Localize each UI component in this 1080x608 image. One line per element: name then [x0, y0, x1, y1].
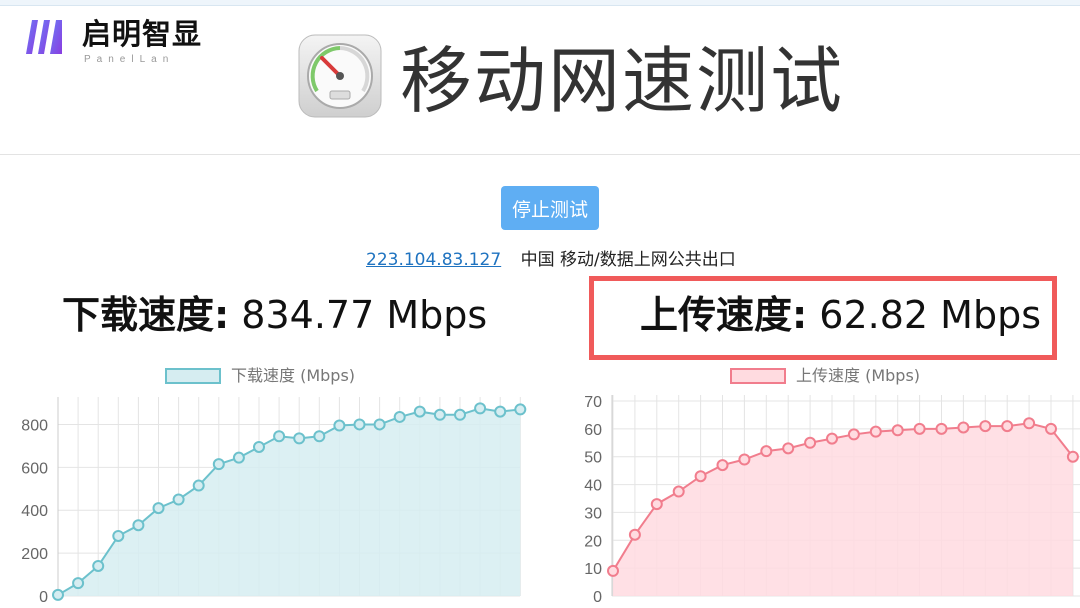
upload-data-point	[782, 442, 795, 455]
upload-data-point	[694, 470, 707, 483]
upload-y-tick-label: 50	[584, 450, 602, 467]
upload-y-tick-label: 40	[584, 478, 602, 495]
upload-area-fill	[613, 423, 1073, 596]
upload-y-tick-label: 60	[584, 422, 602, 439]
upload-data-point	[869, 425, 882, 438]
upload-data-point	[1066, 450, 1079, 463]
upload-y-tick-label: 20	[584, 533, 602, 550]
upload-data-point	[891, 424, 904, 437]
upload-data-point	[628, 528, 641, 541]
upload-data-point	[650, 498, 663, 511]
upload-y-tick-label: 0	[593, 589, 602, 606]
upload-data-point	[847, 428, 860, 441]
upload-data-point	[804, 436, 817, 449]
upload-y-tick-label: 70	[584, 394, 602, 411]
upload-data-point	[1023, 417, 1036, 430]
upload-data-point	[935, 422, 948, 435]
upload-data-point	[826, 432, 838, 445]
upload-data-point	[913, 422, 926, 435]
upload-data-point	[738, 453, 751, 466]
upload-data-point	[760, 445, 773, 458]
upload-data-point	[607, 564, 619, 577]
upload-y-tick-label: 10	[584, 561, 602, 578]
upload-y-tick-label: 30	[584, 505, 602, 522]
upload-data-point	[716, 459, 729, 472]
upload-data-point	[979, 420, 992, 433]
upload-data-point	[672, 485, 685, 498]
upload-data-point	[1001, 420, 1014, 433]
upload-data-point	[957, 421, 970, 434]
upload-data-point	[1045, 422, 1057, 435]
upload-speed-chart: 0 10 20 30 40 50 60 70	[584, 394, 1080, 606]
